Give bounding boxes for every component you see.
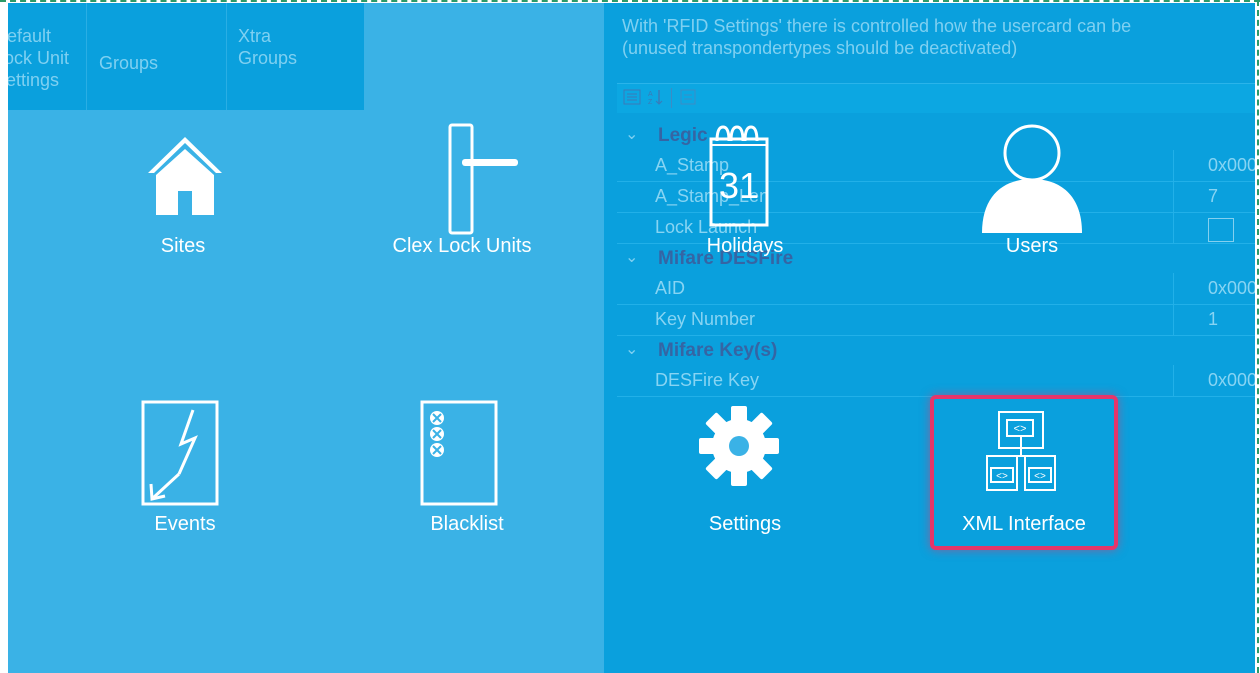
selection-border-top <box>0 0 1260 2</box>
column-divider <box>1173 212 1174 243</box>
column-divider <box>1173 181 1174 212</box>
holidays-tile[interactable]: 31 Holidays <box>680 123 810 263</box>
svg-text:A: A <box>648 91 653 98</box>
category-label: Mifare Key(s) <box>658 340 778 361</box>
app-window: Default Lock Unit Settings Groups Xtra G… <box>8 3 1255 673</box>
tile-label: Users <box>1005 235 1059 257</box>
tab-default-lock-unit-settings[interactable]: Default Lock Unit Settings <box>8 3 86 110</box>
column-divider <box>1173 304 1174 335</box>
tab-label: Groups <box>99 53 159 73</box>
property-value[interactable]: 7 <box>1208 186 1218 207</box>
tab-bar: Default Lock Unit Settings Groups Xtra G… <box>8 3 364 110</box>
selection-border-right <box>1257 0 1259 673</box>
blacklist-tile[interactable]: Blacklist <box>402 400 532 540</box>
tile-label: Clex Lock Units <box>392 235 532 257</box>
svg-text:<>: <> <box>1014 423 1027 435</box>
toolbar-separator <box>671 88 672 108</box>
tab-label: Xtra Groups <box>238 26 298 68</box>
clex-lock-units-tile[interactable]: Clex Lock Units <box>372 123 552 273</box>
user-icon <box>982 124 1082 233</box>
property-value[interactable]: 0x000 <box>1208 278 1255 299</box>
property-value[interactable]: 0x000 <box>1208 370 1255 391</box>
tab-label: Default Lock Unit Settings <box>8 26 70 90</box>
chevron-down-icon[interactable]: ⌄ <box>625 124 638 144</box>
xml-interface-icon: <> <> <> <box>986 411 1056 491</box>
tile-label: Settings <box>708 513 782 535</box>
house-icon <box>148 137 222 215</box>
category-mifare-keys[interactable]: ⌄ Mifare Key(s) <box>617 335 1255 366</box>
chevron-down-icon[interactable]: ⌄ <box>625 339 638 359</box>
property-grid-toolbar: A Z <box>617 83 1255 113</box>
svg-text:Z: Z <box>648 99 653 106</box>
chevron-down-icon[interactable]: ⌄ <box>625 247 638 267</box>
tab-xtra-groups[interactable]: Xtra Groups <box>226 3 364 110</box>
property-label: DESFire Key <box>655 370 760 390</box>
tile-label: Sites <box>160 235 206 257</box>
svg-text:<>: <> <box>996 471 1008 482</box>
svg-text:<>: <> <box>1034 471 1046 482</box>
users-tile[interactable]: Users <box>952 123 1112 263</box>
column-divider <box>1173 365 1174 396</box>
sites-tile[interactable]: Sites <box>118 135 248 275</box>
tile-label: Events <box>154 513 216 535</box>
lightning-icon <box>141 400 219 506</box>
door-handle-icon <box>448 123 518 235</box>
calendar-day: 31 <box>718 165 760 206</box>
blacklist-icon <box>420 400 498 506</box>
xml-interface-tile[interactable]: <> <> <> XML Interface <box>942 410 1106 540</box>
gear-icon <box>699 406 779 486</box>
lock-launch-checkbox[interactable] <box>1208 218 1234 242</box>
column-divider <box>1173 273 1174 304</box>
settings-tile[interactable]: Settings <box>680 405 810 545</box>
tab-groups[interactable]: Groups <box>86 3 226 110</box>
property-value[interactable]: 1 <box>1208 309 1218 330</box>
property-pages-icon[interactable] <box>679 88 697 106</box>
property-row-desfire-key[interactable]: DESFire Key 0x000 <box>617 365 1255 397</box>
column-divider <box>1173 150 1174 181</box>
property-label: Key Number <box>655 309 756 329</box>
categorized-icon[interactable] <box>623 88 641 106</box>
tile-label: Holidays <box>706 235 784 257</box>
property-row-aid[interactable]: AID 0x000 <box>617 273 1255 305</box>
property-label: AID <box>655 278 686 298</box>
property-row-key-number[interactable]: Key Number 1 <box>617 304 1255 336</box>
panel-description: With 'RFID Settings' there is controlled… <box>622 16 1132 58</box>
rfid-settings-panel: With 'RFID Settings' there is controlled… <box>604 3 1255 673</box>
events-tile[interactable]: Events <box>120 400 250 540</box>
tile-label: Blacklist <box>430 513 504 535</box>
sort-alphabetical-icon[interactable]: A Z <box>647 88 665 106</box>
tile-label: XML Interface <box>962 513 1086 535</box>
property-value[interactable]: 0x000 <box>1208 155 1255 176</box>
